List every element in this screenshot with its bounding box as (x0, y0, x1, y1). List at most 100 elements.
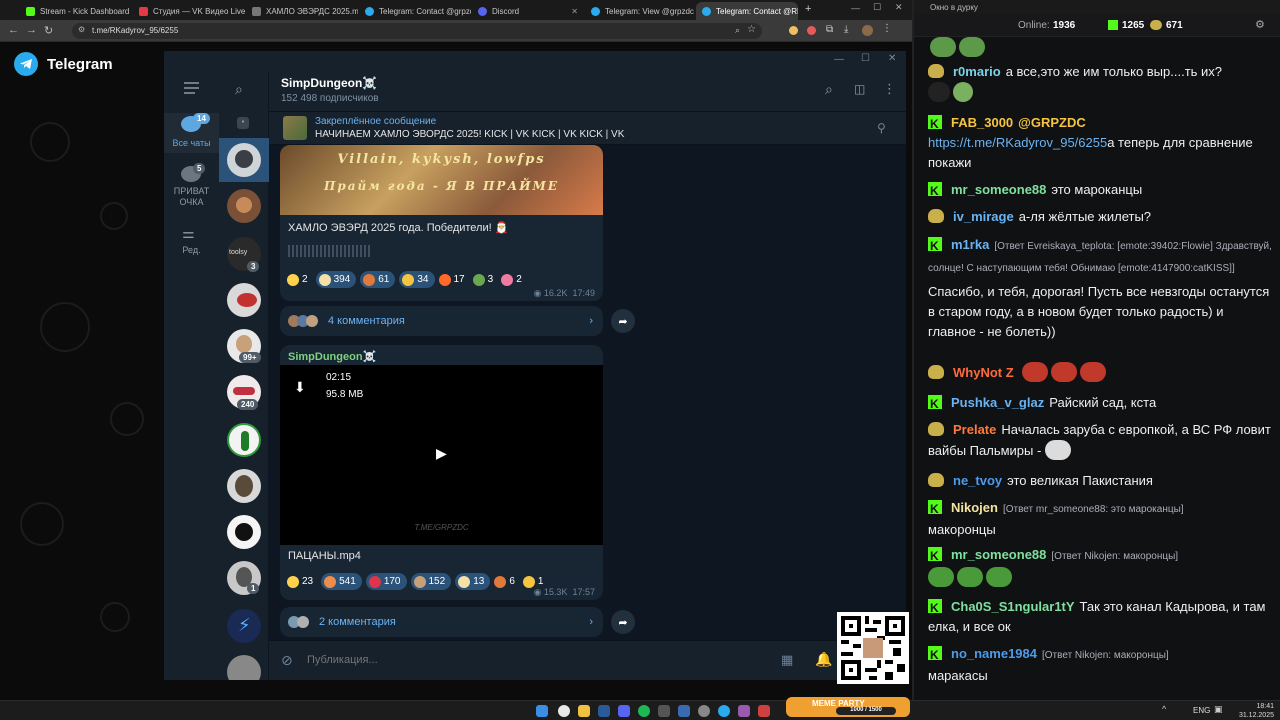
search-icon[interactable]: ⌕ (235, 81, 243, 98)
reaction-chip[interactable]: 2 (287, 271, 312, 288)
download-icon[interactable]: ⤓ (844, 24, 848, 35)
app-icon[interactable] (758, 705, 770, 717)
tab-vk-studio[interactable]: Студия — VK Видео Live✕ (133, 2, 245, 20)
download-icon[interactable]: ⬇ (294, 379, 306, 396)
kick-badge-icon (928, 546, 942, 566)
spotify-icon[interactable] (638, 705, 650, 717)
chrome-icon[interactable] (558, 705, 570, 717)
pepe-emote-icon (930, 37, 956, 57)
pepe-emote-icon (986, 567, 1012, 587)
bookmark-star-icon[interactable]: ☆ (747, 24, 756, 35)
pinned-message-bar[interactable]: Закреплённое сообщение НАЧИНАЕМ ХАМЛО ЭВ… (269, 112, 906, 145)
chat-avatar[interactable] (227, 655, 261, 680)
main-menu-button[interactable] (183, 81, 201, 95)
settings-gear-icon[interactable]: ⚙ (1255, 18, 1265, 31)
telegram-brand[interactable]: Telegram (14, 52, 113, 76)
app-icon[interactable] (678, 705, 690, 717)
chat-avatar[interactable] (227, 469, 261, 503)
tab-telegram-contact[interactable]: Telegram: Contact @grpzdc✕ (359, 2, 471, 20)
minimize-button[interactable]: — (834, 54, 844, 65)
forward-icon[interactable]: → (26, 24, 37, 36)
reaction-chip[interactable]: 170 (365, 573, 407, 590)
reaction-chip[interactable]: 6 (494, 573, 519, 590)
sidebar-toggle-icon[interactable]: ◫ (854, 82, 865, 96)
tab-video-file[interactable]: ХАМЛО ЭВЭРДС 2025.mp4✕ (246, 2, 358, 20)
new-tab-button[interactable]: + (805, 3, 811, 15)
more-options-icon[interactable]: ⋮ (883, 81, 896, 97)
message-input[interactable] (307, 649, 707, 671)
search-icon[interactable]: ⌕ (825, 81, 833, 98)
chat-link[interactable]: https://t.me/RKadyrov_95/6255 (928, 135, 1107, 150)
app-icon[interactable] (658, 705, 670, 717)
chat-avatar[interactable] (227, 423, 261, 457)
notification-bell-icon[interactable]: 🔔 (815, 651, 832, 668)
comments-button[interactable]: 4 комментария › (280, 306, 603, 336)
maximize-window-button[interactable]: ☐ (873, 2, 881, 13)
extension-icon[interactable] (807, 26, 816, 35)
app-icon[interactable] (738, 705, 750, 717)
tab-telegram-view[interactable]: Telegram: View @grpzdc✕ (585, 2, 697, 20)
play-icon[interactable]: ▶ (436, 445, 447, 462)
close-tab-icon[interactable]: ✕ (567, 7, 578, 16)
reaction-chip[interactable]: 34 (399, 271, 435, 288)
tab-kick-dashboard[interactable]: Stream - Kick Dashboard✕ (20, 2, 132, 20)
minimize-window-button[interactable]: — (851, 3, 860, 13)
telegram-icon[interactable] (718, 705, 730, 717)
file-explorer-icon[interactable] (578, 705, 590, 717)
tab-telegram-rkadyrov[interactable]: Telegram: Contact @RKady…✕ (696, 2, 798, 20)
reaction-chip[interactable]: 3 (472, 271, 498, 288)
url-field[interactable]: ⚙ t.me/RKadyrov_95/6255 ⌕ ☆ (72, 23, 762, 39)
tab-discord[interactable]: Discord ✕ (472, 2, 584, 20)
share-post-button[interactable]: ➦ (611, 610, 635, 634)
extensions-puzzle-icon[interactable]: ⧉ (826, 24, 833, 35)
reaction-chip[interactable]: 61 (360, 271, 396, 288)
schedule-icon[interactable]: ▦ (781, 652, 793, 668)
spoiler-text[interactable] (288, 245, 372, 257)
chat-message: Nikojen[Ответ mr_someone88: это мароканц… (928, 498, 1273, 540)
channel-post: SimpDungeon☠️ ⬇ 02:15 95.8 MB ▶ T.ME/GRP… (280, 345, 603, 600)
reload-icon[interactable]: ↻ (44, 24, 53, 37)
folder-all-chats[interactable]: 14 Все чаты (164, 113, 219, 153)
steam-icon[interactable] (598, 705, 610, 717)
pin-list-icon[interactable]: ⚲ (877, 121, 886, 135)
app-icon[interactable] (698, 705, 710, 717)
reaction-chip[interactable]: 17 (438, 271, 469, 288)
chat-avatar[interactable] (227, 283, 261, 317)
extension-icon[interactable] (789, 26, 798, 35)
reaction-chip[interactable]: 541 (321, 573, 362, 590)
clock[interactable]: 18:41 31.12.2025 (1238, 702, 1274, 720)
post-banner-image[interactable]: Villain, kykysh, lowfps Прайм года - Я В… (280, 145, 603, 215)
zoom-icon[interactable]: ⌕ (735, 25, 740, 36)
profile-avatar[interactable] (862, 25, 873, 36)
network-icon[interactable]: ▣ (1214, 704, 1223, 715)
reaction-chip[interactable]: 2 (501, 271, 526, 288)
video-player[interactable]: ⬇ 02:15 95.8 MB ▶ T.ME/GRPZDC (280, 365, 603, 545)
edit-folders-button[interactable]: ⚌ Ред. (164, 223, 219, 259)
reaction-chip[interactable]: 13 (455, 573, 491, 590)
kick-logo-icon (1108, 20, 1118, 30)
close-tab-icon[interactable]: ✕ (129, 7, 132, 16)
close-window-button[interactable]: ✕ (895, 2, 903, 13)
comments-button[interactable]: 2 комментария › (280, 607, 603, 637)
browser-menu-icon[interactable]: ⋮ (882, 23, 892, 34)
windows-start-icon[interactable] (536, 705, 548, 717)
attach-icon[interactable]: ⊘ (281, 652, 293, 669)
site-info-icon[interactable]: ⚙ (78, 25, 85, 34)
folder-private[interactable]: 5 ПРИВАТ ОЧКА (164, 163, 219, 213)
chat-avatar[interactable]: ⚡ (227, 609, 261, 643)
channel-name[interactable]: SimpDungeon☠️ (281, 76, 377, 90)
reaction-chip[interactable]: 394 (315, 271, 357, 288)
share-post-button[interactable]: ➦ (611, 309, 635, 333)
maximize-button[interactable]: ☐ (861, 53, 870, 64)
reaction-chip[interactable]: 23 (287, 573, 317, 590)
chat-avatar[interactable] (227, 515, 261, 549)
discord-icon[interactable] (618, 705, 630, 717)
chat-avatar-channel[interactable] (227, 143, 261, 177)
chat-avatar[interactable] (227, 189, 261, 223)
archive-icon[interactable]: ▪ (237, 117, 249, 129)
back-icon[interactable]: ← (8, 24, 19, 36)
close-button[interactable]: ✕ (888, 53, 896, 64)
meme-party-widget[interactable]: MEME PARTY 1000 / 1500 (786, 697, 910, 717)
tray-chevron-icon[interactable]: ^ (1162, 704, 1166, 714)
reaction-chip[interactable]: 152 (410, 573, 452, 590)
